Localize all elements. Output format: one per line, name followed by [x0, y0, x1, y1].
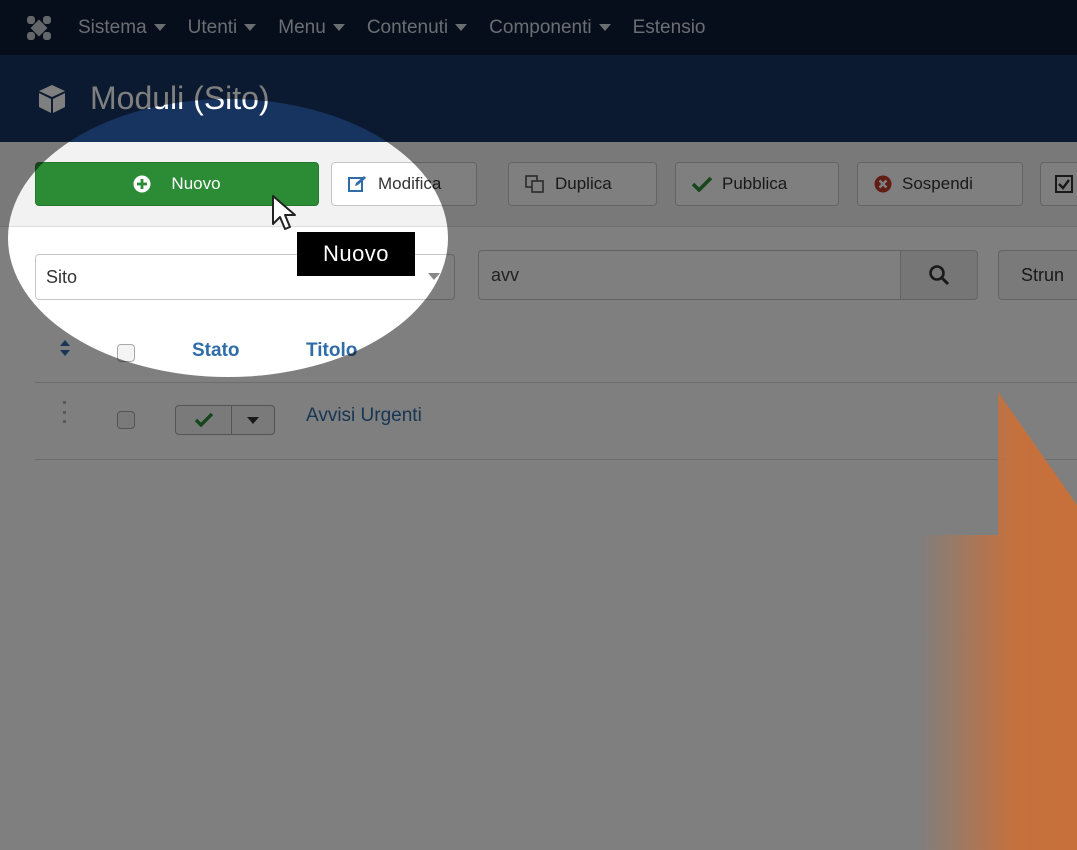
caret-down-icon [247, 416, 259, 424]
top-navbar: Sistema Utenti Menu Contenuti Componenti… [0, 0, 1077, 55]
nav-item-label: Componenti [489, 16, 592, 38]
drag-handle-icon[interactable] [63, 401, 67, 423]
caret-down-icon [455, 24, 468, 31]
column-header-stato[interactable]: Stato [192, 340, 240, 362]
edit-icon [348, 175, 368, 193]
caret-down-icon [244, 24, 257, 31]
chevron-down-icon [428, 273, 440, 280]
module-title-link[interactable]: Avvisi Urgenti [306, 405, 422, 427]
nav-item-label: Sistema [78, 16, 147, 38]
client-select-value: Sito [46, 266, 78, 287]
nav-item-utenti[interactable]: Utenti [188, 17, 257, 39]
sort-icon[interactable] [59, 338, 71, 358]
publish-button[interactable]: Pubblica [675, 162, 839, 206]
app-page: Sistema Utenti Menu Contenuti Componenti… [0, 0, 1077, 850]
table-row: Avvisi Urgenti [35, 383, 1077, 460]
nav-item-contenuti[interactable]: Contenuti [366, 16, 468, 39]
toolbar: Nuovo Modifica Duplica Pubblica Sospendi [0, 142, 1077, 227]
caret-down-icon [153, 24, 166, 31]
status-dropdown-toggle[interactable] [232, 406, 274, 434]
joomla-logo-icon[interactable] [20, 0, 58, 55]
nav-item-estensioni[interactable]: Estensio [633, 17, 706, 39]
caret-down-icon [332, 24, 345, 31]
cube-icon [39, 84, 65, 113]
duplicate-button-label: Duplica [555, 174, 612, 193]
column-header-titolo[interactable]: Titolo [306, 340, 357, 362]
checkbox-icon [1055, 175, 1073, 193]
tooltip: Nuovo [297, 232, 415, 276]
new-button-label: Nuovo [171, 174, 221, 193]
checkin-button[interactable] [1040, 162, 1077, 206]
duplicate-button[interactable]: Duplica [508, 162, 657, 206]
search-input-value: avv [491, 264, 520, 285]
search-button[interactable] [900, 250, 978, 300]
table-header: Stato Titolo [35, 322, 1077, 383]
nav-item-label: Menu [278, 16, 326, 38]
unpublish-button-label: Sospendi [902, 174, 973, 193]
nav-item-label: Contenuti [366, 16, 449, 38]
nav-item-label: Utenti [187, 16, 238, 38]
select-all-checkbox[interactable] [117, 344, 135, 362]
status-toggle[interactable] [175, 405, 275, 435]
nav-item-menu[interactable]: Menu [278, 17, 345, 39]
plus-circle-icon [133, 175, 151, 193]
page-title: Moduli (Sito) [90, 80, 270, 116]
page-header: Moduli (Sito) [0, 55, 1077, 142]
search-tools-button[interactable]: Strun [998, 250, 1077, 300]
published-check-icon[interactable] [176, 406, 232, 434]
publish-button-label: Pubblica [722, 174, 788, 193]
mouse-cursor-icon [272, 195, 296, 230]
search-input[interactable]: avv [478, 250, 902, 300]
check-icon [692, 176, 712, 192]
nav-item-sistema[interactable]: Sistema [78, 17, 166, 39]
row-checkbox[interactable] [117, 411, 135, 429]
search-tools-label: Strun [1021, 264, 1065, 285]
edit-button-label: Modifica [378, 174, 442, 193]
unpublish-button[interactable]: Sospendi [857, 162, 1023, 206]
search-icon [929, 265, 950, 286]
caret-down-icon [598, 24, 611, 31]
nav-item-componenti[interactable]: Componenti [489, 16, 611, 39]
nav-item-label: Estensio [632, 16, 706, 38]
copy-icon [525, 175, 545, 193]
times-circle-icon [874, 175, 892, 193]
edit-button[interactable]: Modifica [331, 162, 477, 206]
